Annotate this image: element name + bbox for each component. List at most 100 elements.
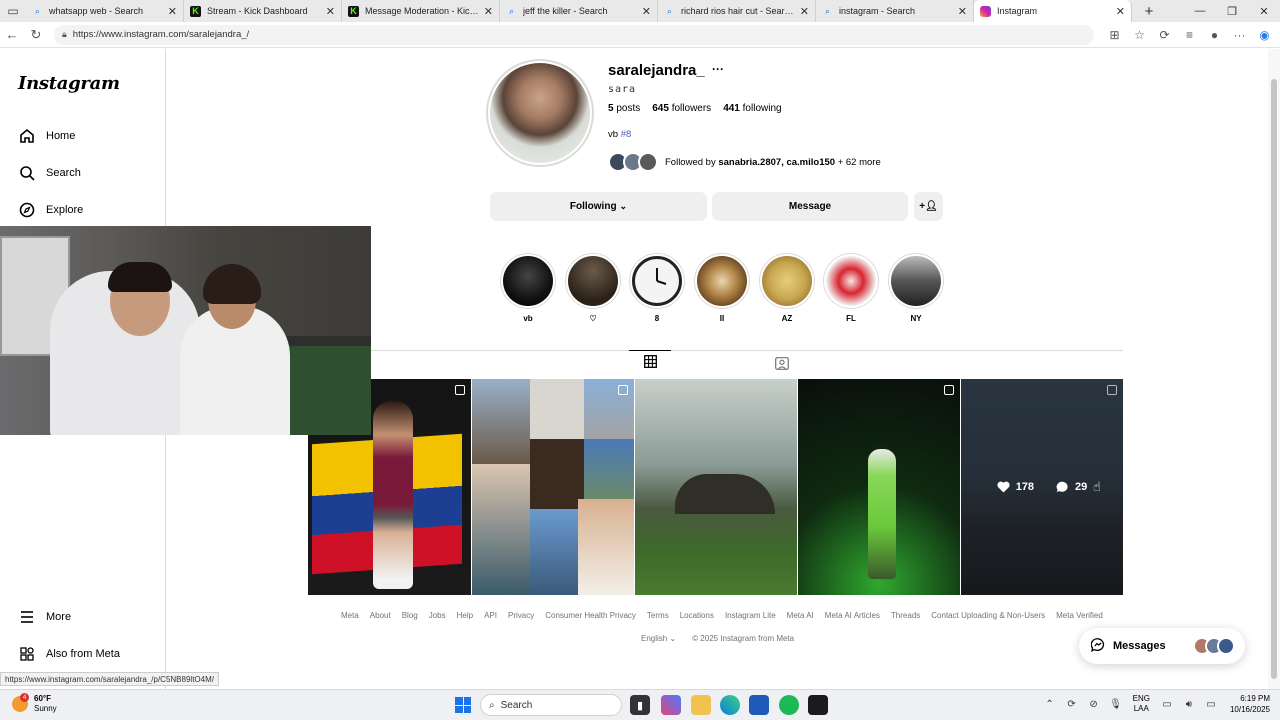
- microphone-icon[interactable]: 🎙︎: [1105, 699, 1127, 710]
- spotify-icon[interactable]: [779, 695, 799, 715]
- instagram-logo[interactable]: Instagram: [18, 73, 120, 94]
- story-highlight[interactable]: 8: [629, 253, 685, 324]
- refresh-icon[interactable]: ↻: [24, 23, 48, 47]
- message-button[interactable]: Message: [712, 192, 908, 221]
- tab-posts[interactable]: [629, 350, 671, 377]
- language-select[interactable]: English ⌄: [641, 634, 676, 643]
- footer-link[interactable]: Meta: [341, 611, 359, 620]
- browser-tab[interactable]: K Message Moderation - Kick Dash ✕: [342, 0, 500, 22]
- footer-link[interactable]: Meta AI Articles: [825, 611, 880, 620]
- story-highlight[interactable]: vb: [500, 253, 556, 324]
- messages-button[interactable]: Messages: [1079, 628, 1245, 664]
- close-tab-icon[interactable]: ✕: [1116, 5, 1125, 18]
- browser-tab[interactable]: ⌕ jeff the killer - Search ✕: [500, 0, 658, 22]
- file-explorer-icon[interactable]: [691, 695, 711, 715]
- kick-app-icon[interactable]: [808, 695, 828, 715]
- browser-tab-active[interactable]: Instagram ✕: [974, 0, 1132, 22]
- browser-tab[interactable]: K Stream - Kick Dashboard ✕: [184, 0, 342, 22]
- footer-link[interactable]: API: [484, 611, 497, 620]
- favorites-icon[interactable]: ≡: [1177, 24, 1202, 46]
- bio-hashtag[interactable]: #8: [621, 129, 632, 140]
- close-tab-icon[interactable]: ✕: [484, 5, 493, 18]
- close-tab-icon[interactable]: ✕: [958, 5, 967, 18]
- favorite-star-icon[interactable]: ☆: [1127, 24, 1152, 46]
- url-field[interactable]: 🔒︎ https://www.instagram.com/saralejandr…: [54, 24, 1094, 45]
- close-tab-icon[interactable]: ✕: [800, 5, 809, 18]
- profile-options-icon[interactable]: ···: [712, 62, 724, 76]
- footer-link[interactable]: Threads: [891, 611, 920, 620]
- sidebar-item-home[interactable]: Home: [18, 127, 75, 145]
- post-tile[interactable]: [635, 379, 797, 595]
- footer-link[interactable]: About: [370, 611, 391, 620]
- volume-icon[interactable]: 🔊︎: [1178, 699, 1200, 710]
- post-tile[interactable]: [798, 379, 960, 595]
- sidebar-item-also-from-meta[interactable]: Also from Meta: [18, 645, 120, 663]
- profile-avatar[interactable]: [486, 59, 594, 167]
- sidebar-item-explore[interactable]: Explore: [18, 201, 83, 219]
- story-highlight[interactable]: NY: [888, 253, 944, 324]
- update-icon[interactable]: ⟳: [1061, 699, 1083, 710]
- copilot-app-icon[interactable]: [661, 695, 681, 715]
- footer-link[interactable]: Help: [457, 611, 473, 620]
- edge-icon[interactable]: [720, 695, 740, 715]
- followed-by[interactable]: Followed by sanabria.2807, ca.milo150 + …: [608, 152, 881, 172]
- store-icon[interactable]: [749, 695, 769, 715]
- footer-link[interactable]: Meta Verified: [1056, 611, 1103, 620]
- collage-photo: [530, 379, 584, 439]
- story-highlight[interactable]: FL: [823, 253, 879, 324]
- more-options-icon[interactable]: ···: [1227, 24, 1252, 46]
- footer-link[interactable]: Privacy: [508, 611, 534, 620]
- network-off-icon[interactable]: ⊘: [1083, 699, 1105, 710]
- minimize-icon[interactable]: —: [1184, 0, 1216, 22]
- browser-tab[interactable]: ⌕ instagram - Search ✕: [816, 0, 974, 22]
- close-tab-icon[interactable]: ✕: [168, 5, 177, 18]
- browser-tab[interactable]: ⌕ whatsapp web - Search ✕: [26, 0, 184, 22]
- language-indicator[interactable]: ENG LAA: [1133, 694, 1150, 714]
- footer-link[interactable]: Blog: [402, 611, 418, 620]
- sidebar-item-more[interactable]: More: [18, 608, 71, 626]
- close-tab-icon[interactable]: ✕: [642, 5, 651, 18]
- page-scrollbar[interactable]: [1268, 49, 1280, 689]
- close-window-icon[interactable]: ✕: [1248, 0, 1280, 22]
- story-highlight[interactable]: ♡: [565, 253, 621, 324]
- story-highlight[interactable]: II: [694, 253, 750, 324]
- restore-icon[interactable]: ❐: [1216, 0, 1248, 22]
- clock[interactable]: 6:19 PM 10/16/2025: [1230, 693, 1270, 715]
- footer-link[interactable]: Consumer Health Privacy: [545, 611, 636, 620]
- battery-icon[interactable]: ▭: [1200, 699, 1222, 710]
- footer-link[interactable]: Locations: [680, 611, 714, 620]
- footer-link[interactable]: Instagram Lite: [725, 611, 776, 620]
- browser-tab[interactable]: ⌕ richard rios hair cut - Search Ima ✕: [658, 0, 816, 22]
- story-highlight[interactable]: AZ: [759, 253, 815, 324]
- post-tile[interactable]: [472, 379, 634, 595]
- back-icon[interactable]: ←: [0, 23, 24, 47]
- tab-tagged[interactable]: [761, 355, 803, 377]
- new-tab-button[interactable]: +: [1138, 3, 1160, 20]
- suggested-users-button[interactable]: +👤︎: [914, 192, 943, 221]
- task-view-icon[interactable]: ▮: [630, 695, 650, 715]
- start-icon[interactable]: [455, 697, 471, 713]
- footer-link[interactable]: Jobs: [429, 611, 446, 620]
- profile-tabs: [308, 350, 1123, 378]
- footer-link[interactable]: Meta AI: [787, 611, 814, 620]
- tab-actions-icon[interactable]: ▭: [0, 0, 26, 22]
- sidebar-item-search[interactable]: Search: [18, 164, 81, 182]
- followers-stat[interactable]: 645 followers: [652, 103, 711, 114]
- copilot-icon[interactable]: ◉: [1252, 24, 1277, 46]
- following-stat[interactable]: 441 following: [723, 103, 781, 114]
- close-tab-icon[interactable]: ✕: [326, 5, 335, 18]
- chevron-up-icon[interactable]: ⌃: [1039, 699, 1061, 710]
- profile-icon[interactable]: ●: [1202, 24, 1227, 46]
- scrollbar-thumb[interactable]: [1271, 79, 1277, 679]
- collage-photo: [530, 509, 578, 595]
- post-tile-hovered[interactable]: 178 29 ☝︎: [961, 379, 1123, 595]
- following-button[interactable]: Following ⌄: [490, 192, 707, 221]
- weather-widget[interactable]: 4 60°F Sunny: [12, 693, 57, 714]
- app-available-icon[interactable]: ⊞: [1102, 24, 1127, 46]
- display-icon[interactable]: ▭: [1156, 699, 1178, 710]
- taskbar-search[interactable]: ⌕ Search: [480, 694, 622, 716]
- footer-link[interactable]: Contact Uploading & Non-Users: [931, 611, 1045, 620]
- footer-link[interactable]: Terms: [647, 611, 669, 620]
- extensions-icon[interactable]: ⟳: [1152, 24, 1177, 46]
- instagram-icon: [980, 5, 991, 17]
